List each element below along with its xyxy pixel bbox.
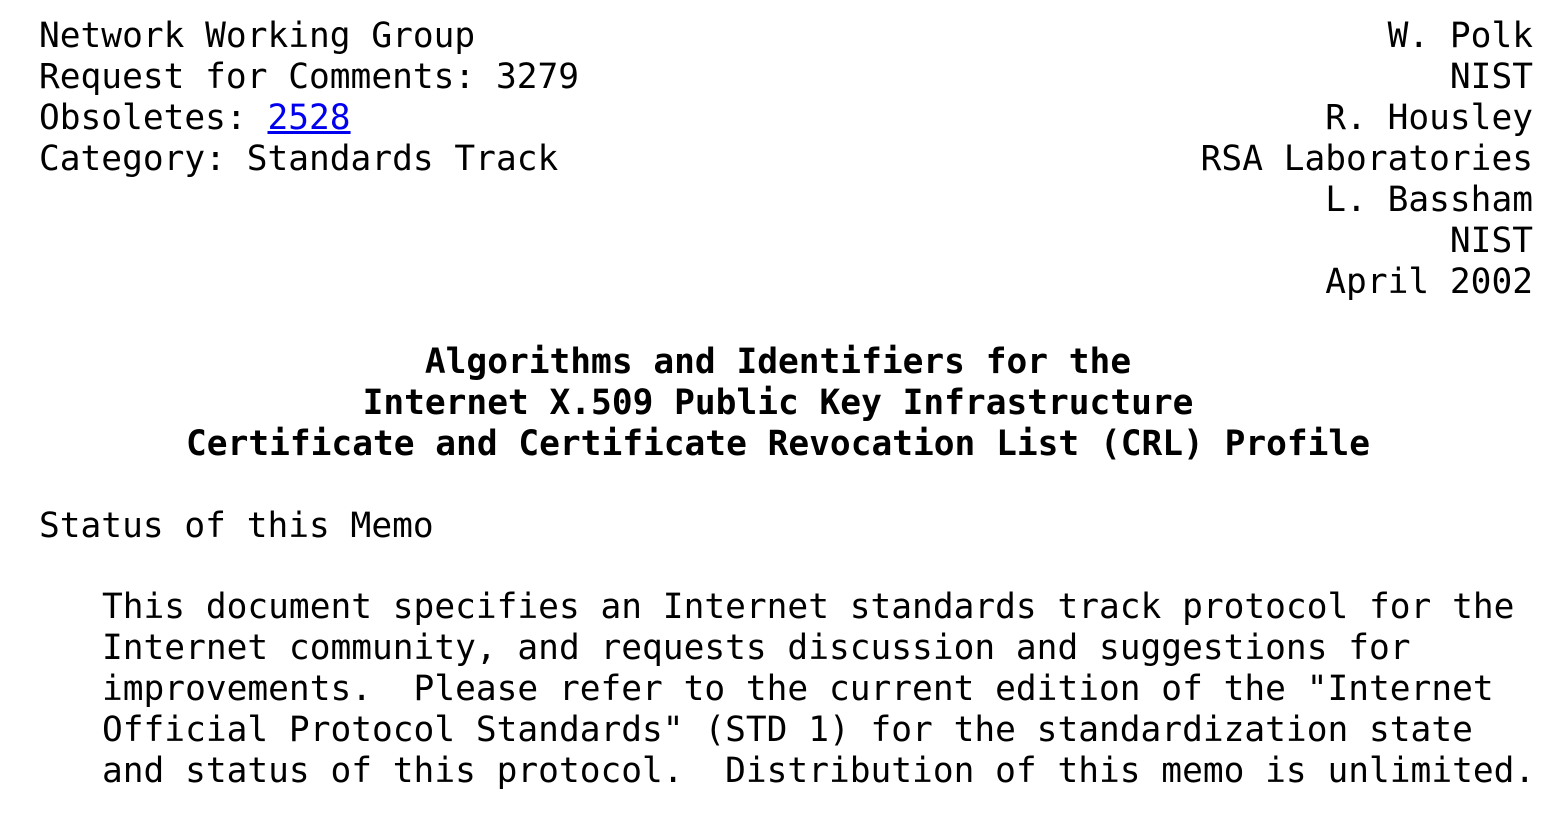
- org-nist-1: NIST: [1449, 57, 1533, 97]
- status-paragraph-line: This document specifies an Internet stan…: [102, 587, 1515, 627]
- author-housley: R. Housley: [1325, 98, 1533, 138]
- header-rfc-number: Request for Comments: 3279: [39, 57, 579, 98]
- header-obsoletes: Obsoletes: 2528: [39, 98, 351, 139]
- status-paragraph-line: improvements. Please refer to the curren…: [102, 669, 1494, 709]
- status-paragraph-line: Internet community, and requests discuss…: [102, 628, 1411, 668]
- document-title-line-1: Algorithms and Identifiers for the: [424, 342, 1132, 382]
- header-category: Category: Standards Track: [39, 139, 559, 179]
- document-title-line-3: Certificate and Certificate Revocation L…: [186, 424, 1370, 464]
- rfc-number-label: Request for Comments:: [39, 57, 496, 97]
- status-paragraph-line: Official Protocol Standards" (STD 1) for…: [102, 710, 1473, 750]
- rfc-number-value: 3279: [495, 57, 580, 97]
- status-paragraph-line: and status of this protocol. Distributio…: [102, 751, 1536, 791]
- section-heading-status: Status of this Memo: [39, 506, 434, 546]
- obsoletes-label: Obsoletes:: [39, 98, 268, 138]
- document-title-line-2: Internet X.509 Public Key Infrastructure: [362, 383, 1194, 423]
- author-bassham: L. Bassham: [1325, 180, 1533, 220]
- publication-date: April 2002: [1325, 262, 1533, 302]
- header-working-group: Network Working Group: [39, 16, 476, 56]
- org-nist-2: NIST: [1449, 221, 1533, 261]
- author-polk: W. Polk: [1387, 16, 1533, 56]
- org-rsa-labs: RSA Laboratories: [1200, 139, 1533, 179]
- obsoletes-rfc-link[interactable]: 2528: [267, 98, 350, 138]
